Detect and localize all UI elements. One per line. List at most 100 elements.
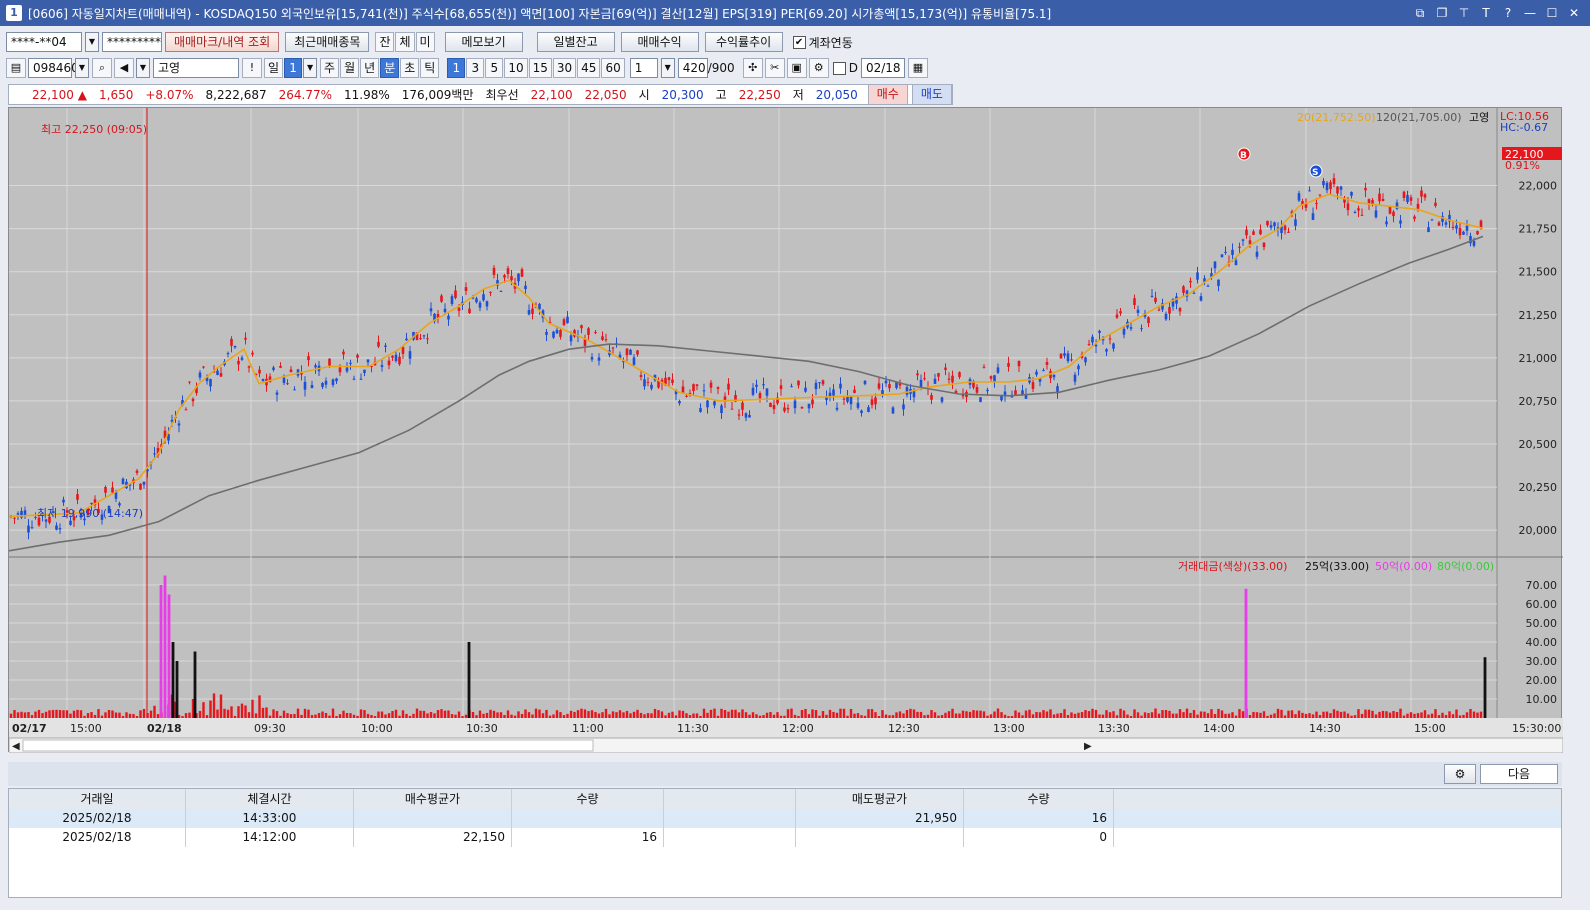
volume-bar	[1304, 713, 1308, 718]
price-tick-label: 21,000	[1519, 352, 1558, 365]
range-tick[interactable]: 틱	[420, 58, 440, 78]
period-day[interactable]: 일	[264, 58, 284, 78]
date-input[interactable]: 02/18	[860, 58, 905, 78]
recent-items-button[interactable]: 최근매매종목	[285, 32, 370, 52]
sell-button[interactable]: 매도	[911, 84, 952, 105]
date-checkbox[interactable]: D	[832, 61, 858, 75]
memo-button[interactable]: 메모보기	[444, 32, 523, 52]
minute-60[interactable]: 60	[601, 58, 625, 78]
settings-icon[interactable]: ⚙	[1444, 764, 1476, 784]
minute-1[interactable]: 1	[447, 58, 466, 78]
multiplier-field[interactable]: 1	[629, 58, 658, 78]
filled-toggle[interactable]: 체	[395, 32, 415, 52]
period-count[interactable]: 1	[284, 58, 303, 78]
range-week[interactable]: 주	[320, 58, 340, 78]
account-dropdown-icon[interactable]: ▼	[85, 32, 99, 52]
minute-3[interactable]: 3	[466, 58, 485, 78]
open-label: 시	[638, 88, 650, 102]
candle-body	[811, 399, 814, 405]
minute-15[interactable]: 15	[528, 58, 552, 78]
stock-name-field[interactable]: 고영	[153, 58, 239, 78]
password-input[interactable]: *********	[102, 32, 162, 52]
range-month[interactable]: 월	[340, 58, 360, 78]
minute-10[interactable]: 10	[504, 58, 528, 78]
candle-body	[324, 380, 328, 385]
range-year[interactable]: 년	[360, 58, 380, 78]
volume-bar	[114, 712, 118, 718]
scissors-icon[interactable]: ✂	[764, 58, 785, 78]
candle-body	[1406, 195, 1409, 203]
time-tick-label: 02/18	[147, 722, 182, 735]
candle-body	[685, 395, 688, 397]
chart-type-icon[interactable]: ▤	[6, 58, 26, 78]
volume-bar	[779, 715, 783, 718]
volume-bar	[23, 712, 27, 718]
chart-area[interactable]: 22,000 21,750 21,500 21,250 21,000 20,750 20,5…	[8, 107, 1563, 753]
volume-bar	[1042, 710, 1045, 718]
minute-5[interactable]: 5	[485, 58, 504, 78]
code-dropdown-icon[interactable]: ▼	[75, 58, 89, 78]
pin-icon[interactable]: ⊤	[1454, 4, 1474, 22]
table-row[interactable]: 2025/02/18 14:33:00 21,950 16	[9, 809, 1561, 828]
account-link-checkbox[interactable]: ✔ 계좌연동	[792, 34, 853, 51]
maximize-icon[interactable]: ☐	[1542, 4, 1562, 22]
candle-body	[366, 359, 370, 363]
change-percent: +8.07%	[145, 87, 194, 102]
candle-body	[881, 390, 884, 395]
volume-bar	[209, 700, 212, 718]
volume-bar	[671, 711, 674, 718]
candle-body	[1014, 390, 1017, 395]
candle-body	[877, 383, 881, 389]
mark-query-button[interactable]: 매매마크/내역 조회	[165, 32, 280, 52]
candle-body	[349, 362, 352, 364]
search-icon[interactable]: ⌕	[92, 58, 112, 78]
candle-body	[429, 308, 433, 312]
volume-bar	[492, 710, 496, 718]
link-icon[interactable]: ⧉	[1410, 4, 1430, 22]
close-icon[interactable]: ✕	[1564, 4, 1584, 22]
stock-code-input[interactable]: 098460	[28, 58, 79, 78]
table-row[interactable]: 2025/02/18 14:12:00 22,150 16 0	[9, 828, 1561, 847]
daily-balance-button[interactable]: 일별잔고	[536, 32, 615, 52]
cell-sell-avg	[796, 828, 964, 847]
high-label: 고	[715, 88, 727, 102]
buy-button[interactable]: 매수	[867, 84, 908, 105]
period-dropdown-icon[interactable]: ▼	[303, 58, 318, 78]
candle-body	[849, 396, 853, 405]
crosshair-icon[interactable]: ✣	[742, 58, 763, 78]
help-icon[interactable]: ?	[1498, 4, 1518, 22]
volume-bar	[1231, 712, 1234, 718]
volume-tick-label: 30.00	[1526, 655, 1558, 668]
minimize-icon[interactable]: —	[1520, 4, 1540, 22]
text-icon[interactable]: T	[1476, 4, 1496, 22]
return-trend-button[interactable]: 수익률추이	[704, 32, 783, 52]
volume-bar	[888, 715, 891, 718]
minute-30[interactable]: 30	[552, 58, 577, 78]
unfilled-toggle[interactable]: 미	[415, 32, 435, 52]
speaker-dropdown-icon[interactable]: ▼	[136, 58, 150, 78]
candle-body	[303, 381, 307, 390]
balance-toggle[interactable]: 잔	[375, 32, 395, 52]
window-icon[interactable]: ❐	[1432, 4, 1452, 22]
trade-profit-button[interactable]: 매매수익	[620, 32, 699, 52]
price-tick-label: 20,250	[1519, 481, 1558, 494]
range-second[interactable]: 초	[400, 58, 420, 78]
count-input[interactable]: 420	[677, 58, 708, 78]
candle-body	[1451, 226, 1455, 228]
minute-45[interactable]: 45	[577, 58, 601, 78]
gear-icon[interactable]: ⚙	[808, 58, 829, 78]
range-minute[interactable]: 분	[380, 58, 400, 78]
chart-svg[interactable]: 22,000 21,750 21,500 21,250 21,000 20,750 20,5…	[9, 108, 1563, 753]
candle-body	[1350, 192, 1353, 196]
volume-bar	[1388, 712, 1392, 718]
speaker-icon[interactable]: ◀	[114, 58, 134, 78]
multiplier-dropdown-icon[interactable]: ▼	[660, 58, 675, 78]
save-icon[interactable]: ▣	[786, 58, 807, 78]
candle-body	[1472, 241, 1476, 246]
next-button[interactable]: 다음	[1480, 764, 1558, 784]
candle-body	[1357, 208, 1360, 211]
alert-icon[interactable]: !	[242, 58, 262, 78]
candle-body	[405, 338, 408, 341]
calendar-icon[interactable]: ▦	[907, 58, 928, 78]
account-input[interactable]: ****-**04	[6, 32, 82, 52]
